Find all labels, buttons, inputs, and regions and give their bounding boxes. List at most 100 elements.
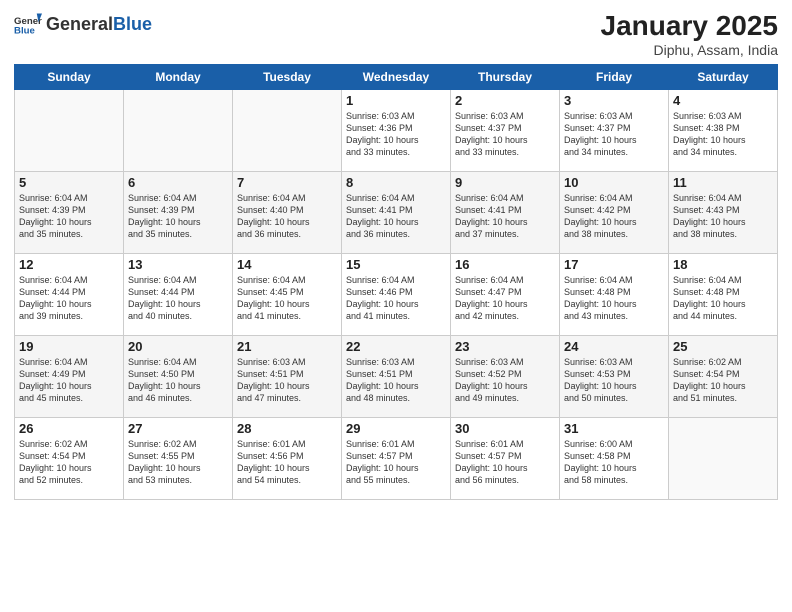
day-info: Sunrise: 6:04 AM Sunset: 4:39 PM Dayligh… xyxy=(19,192,119,241)
calendar-cell xyxy=(233,90,342,172)
calendar-cell: 31 Sunrise: 6:00 AM Sunset: 4:58 PM Dayli… xyxy=(560,418,669,500)
calendar-cell: 2 Sunrise: 6:03 AM Sunset: 4:37 PM Daylig… xyxy=(451,90,560,172)
calendar-cell: 17 Sunrise: 6:04 AM Sunset: 4:48 PM Dayli… xyxy=(560,254,669,336)
day-number: 5 xyxy=(19,175,119,190)
day-number: 30 xyxy=(455,421,555,436)
col-tuesday: Tuesday xyxy=(233,65,342,90)
calendar-table: Sunday Monday Tuesday Wednesday Thursday… xyxy=(14,64,778,500)
day-info: Sunrise: 6:03 AM Sunset: 4:53 PM Dayligh… xyxy=(564,356,664,405)
header-row: Sunday Monday Tuesday Wednesday Thursday… xyxy=(15,65,778,90)
calendar-cell: 7 Sunrise: 6:04 AM Sunset: 4:40 PM Daylig… xyxy=(233,172,342,254)
calendar-cell: 24Sunrise: 6:03 AM Sunset: 4:53 PM Dayli… xyxy=(560,336,669,418)
day-number: 17 xyxy=(564,257,664,272)
day-info: Sunrise: 6:04 AM Sunset: 4:48 PM Dayligh… xyxy=(564,274,664,323)
location: Diphu, Assam, India xyxy=(601,42,778,58)
day-info: Sunrise: 6:04 AM Sunset: 4:41 PM Dayligh… xyxy=(346,192,446,241)
day-number: 2 xyxy=(455,93,555,108)
title-block: January 2025 Diphu, Assam, India xyxy=(601,10,778,58)
day-info: Sunrise: 6:04 AM Sunset: 4:47 PM Dayligh… xyxy=(455,274,555,323)
day-number: 19 xyxy=(19,339,119,354)
calendar-cell xyxy=(15,90,124,172)
logo-general-text: General xyxy=(46,14,113,35)
calendar-cell: 8Sunrise: 6:04 AM Sunset: 4:41 PM Daylig… xyxy=(342,172,451,254)
day-number: 20 xyxy=(128,339,228,354)
svg-text:Blue: Blue xyxy=(14,26,35,37)
day-number: 31 xyxy=(564,421,664,436)
calendar-cell: 25 Sunrise: 6:02 AM Sunset: 4:54 PM Dayli… xyxy=(669,336,778,418)
logo: General Blue GeneralBlue xyxy=(14,10,152,38)
month-title: January 2025 xyxy=(601,10,778,42)
day-info: Sunrise: 6:01 AM Sunset: 4:57 PM Dayligh… xyxy=(346,438,446,487)
calendar-cell: 19 Sunrise: 6:04 AM Sunset: 4:49 PM Dayli… xyxy=(15,336,124,418)
calendar-cell: 13 Sunrise: 6:04 AM Sunset: 4:44 PM Dayli… xyxy=(124,254,233,336)
day-number: 12 xyxy=(19,257,119,272)
day-number: 28 xyxy=(237,421,337,436)
calendar-cell: 6 Sunrise: 6:04 AM Sunset: 4:39 PM Daylig… xyxy=(124,172,233,254)
col-saturday: Saturday xyxy=(669,65,778,90)
calendar-week-5: 26Sunrise: 6:02 AM Sunset: 4:54 PM Dayli… xyxy=(15,418,778,500)
day-info: Sunrise: 6:03 AM Sunset: 4:36 PM Dayligh… xyxy=(346,110,446,159)
day-info: Sunrise: 6:04 AM Sunset: 4:41 PM Dayligh… xyxy=(455,192,555,241)
calendar-cell: 18Sunrise: 6:04 AM Sunset: 4:48 PM Dayli… xyxy=(669,254,778,336)
day-info: Sunrise: 6:04 AM Sunset: 4:50 PM Dayligh… xyxy=(128,356,228,405)
calendar-cell: 3 Sunrise: 6:03 AM Sunset: 4:37 PM Daylig… xyxy=(560,90,669,172)
day-number: 23 xyxy=(455,339,555,354)
calendar-cell: 23Sunrise: 6:03 AM Sunset: 4:52 PM Dayli… xyxy=(451,336,560,418)
calendar-cell: 20 Sunrise: 6:04 AM Sunset: 4:50 PM Dayli… xyxy=(124,336,233,418)
day-number: 3 xyxy=(564,93,664,108)
calendar-cell: 1 Sunrise: 6:03 AM Sunset: 4:36 PM Daylig… xyxy=(342,90,451,172)
page-container: General Blue GeneralBlue January 2025 Di… xyxy=(0,0,792,506)
day-info: Sunrise: 6:02 AM Sunset: 4:54 PM Dayligh… xyxy=(673,356,773,405)
calendar-cell: 27 Sunrise: 6:02 AM Sunset: 4:55 PM Dayli… xyxy=(124,418,233,500)
calendar-cell: 9Sunrise: 6:04 AM Sunset: 4:41 PM Daylig… xyxy=(451,172,560,254)
day-info: Sunrise: 6:03 AM Sunset: 4:37 PM Dayligh… xyxy=(564,110,664,159)
day-info: Sunrise: 6:03 AM Sunset: 4:51 PM Dayligh… xyxy=(346,356,446,405)
calendar-cell xyxy=(124,90,233,172)
day-info: Sunrise: 6:00 AM Sunset: 4:58 PM Dayligh… xyxy=(564,438,664,487)
calendar-cell: 15Sunrise: 6:04 AM Sunset: 4:46 PM Dayli… xyxy=(342,254,451,336)
day-info: Sunrise: 6:04 AM Sunset: 4:44 PM Dayligh… xyxy=(19,274,119,323)
col-thursday: Thursday xyxy=(451,65,560,90)
calendar-week-1: 1 Sunrise: 6:03 AM Sunset: 4:36 PM Daylig… xyxy=(15,90,778,172)
day-info: Sunrise: 6:03 AM Sunset: 4:37 PM Dayligh… xyxy=(455,110,555,159)
day-info: Sunrise: 6:04 AM Sunset: 4:40 PM Dayligh… xyxy=(237,192,337,241)
calendar-cell: 14Sunrise: 6:04 AM Sunset: 4:45 PM Dayli… xyxy=(233,254,342,336)
calendar-cell: 10Sunrise: 6:04 AM Sunset: 4:42 PM Dayli… xyxy=(560,172,669,254)
day-info: Sunrise: 6:04 AM Sunset: 4:48 PM Dayligh… xyxy=(673,274,773,323)
calendar-cell: 16Sunrise: 6:04 AM Sunset: 4:47 PM Dayli… xyxy=(451,254,560,336)
calendar-cell: 21 Sunrise: 6:03 AM Sunset: 4:51 PM Dayli… xyxy=(233,336,342,418)
day-number: 25 xyxy=(673,339,773,354)
day-number: 4 xyxy=(673,93,773,108)
day-number: 22 xyxy=(346,339,446,354)
day-info: Sunrise: 6:02 AM Sunset: 4:55 PM Dayligh… xyxy=(128,438,228,487)
day-info: Sunrise: 6:03 AM Sunset: 4:51 PM Dayligh… xyxy=(237,356,337,405)
day-info: Sunrise: 6:04 AM Sunset: 4:44 PM Dayligh… xyxy=(128,274,228,323)
calendar-cell: 29Sunrise: 6:01 AM Sunset: 4:57 PM Dayli… xyxy=(342,418,451,500)
day-info: Sunrise: 6:01 AM Sunset: 4:56 PM Dayligh… xyxy=(237,438,337,487)
calendar-cell: 5 Sunrise: 6:04 AM Sunset: 4:39 PM Daylig… xyxy=(15,172,124,254)
header: General Blue GeneralBlue January 2025 Di… xyxy=(14,10,778,58)
day-info: Sunrise: 6:03 AM Sunset: 4:38 PM Dayligh… xyxy=(673,110,773,159)
calendar-cell: 28 Sunrise: 6:01 AM Sunset: 4:56 PM Dayli… xyxy=(233,418,342,500)
day-number: 7 xyxy=(237,175,337,190)
calendar-cell: 30Sunrise: 6:01 AM Sunset: 4:57 PM Dayli… xyxy=(451,418,560,500)
day-number: 10 xyxy=(564,175,664,190)
col-sunday: Sunday xyxy=(15,65,124,90)
day-number: 1 xyxy=(346,93,446,108)
calendar-week-2: 5 Sunrise: 6:04 AM Sunset: 4:39 PM Daylig… xyxy=(15,172,778,254)
day-number: 6 xyxy=(128,175,228,190)
col-monday: Monday xyxy=(124,65,233,90)
day-number: 11 xyxy=(673,175,773,190)
day-number: 27 xyxy=(128,421,228,436)
day-number: 15 xyxy=(346,257,446,272)
calendar-cell: 4 Sunrise: 6:03 AM Sunset: 4:38 PM Daylig… xyxy=(669,90,778,172)
calendar-cell: 22 Sunrise: 6:03 AM Sunset: 4:51 PM Dayli… xyxy=(342,336,451,418)
day-info: Sunrise: 6:04 AM Sunset: 4:39 PM Dayligh… xyxy=(128,192,228,241)
day-number: 21 xyxy=(237,339,337,354)
calendar-cell: 12 Sunrise: 6:04 AM Sunset: 4:44 PM Dayli… xyxy=(15,254,124,336)
day-info: Sunrise: 6:04 AM Sunset: 4:43 PM Dayligh… xyxy=(673,192,773,241)
day-number: 13 xyxy=(128,257,228,272)
day-info: Sunrise: 6:04 AM Sunset: 4:45 PM Dayligh… xyxy=(237,274,337,323)
day-number: 26 xyxy=(19,421,119,436)
day-info: Sunrise: 6:04 AM Sunset: 4:49 PM Dayligh… xyxy=(19,356,119,405)
